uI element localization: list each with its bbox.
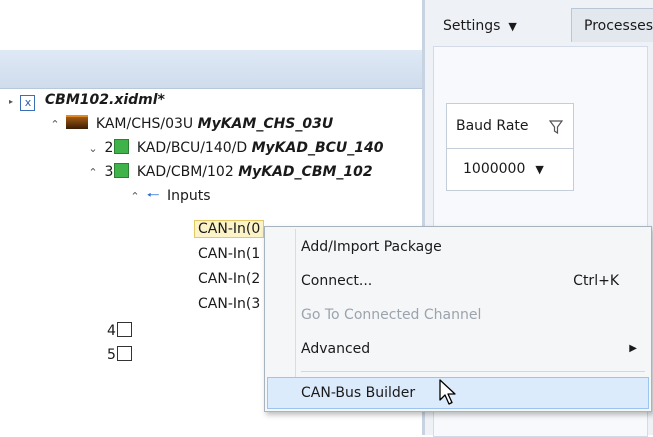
menu-item-label: Connect... bbox=[301, 273, 373, 289]
menu-item-go-to-connected-channel: Go To Connected Channel bbox=[301, 301, 645, 329]
xidml-file-icon: x bbox=[20, 95, 36, 111]
collapse-arrow-icon[interactable]: ⌃ bbox=[48, 114, 62, 136]
tab-settings[interactable]: Settings ▼ bbox=[430, 8, 562, 42]
channel-label: CAN-In(0 bbox=[194, 220, 265, 238]
expand-arrow-icon[interactable]: ▸ bbox=[6, 91, 16, 113]
menu-item-can-bus-builder[interactable]: CAN-Bus Builder bbox=[301, 379, 645, 407]
baud-rate-label: Baud Rate bbox=[456, 118, 529, 134]
menu-item-label: Go To Connected Channel bbox=[301, 307, 482, 323]
mouse-pointer-icon bbox=[439, 379, 456, 405]
menu-item-advanced[interactable]: Advanced ▶ bbox=[301, 335, 645, 363]
slot-number: 4 bbox=[107, 323, 116, 339]
empty-slot-icon bbox=[116, 346, 132, 361]
root-file-label: CBM102.xidml* bbox=[44, 92, 165, 108]
baud-rate-header[interactable]: Baud Rate bbox=[447, 104, 573, 149]
empty-slot-icon bbox=[116, 322, 132, 337]
collapse-arrow-icon[interactable]: ⌃ bbox=[86, 162, 100, 184]
channel-label: CAN-In(1 bbox=[198, 246, 261, 262]
channel-label: CAN-In(3 bbox=[198, 296, 261, 312]
input-arrow-icon: 🠐 bbox=[146, 186, 160, 204]
menu-item-label: Advanced bbox=[301, 341, 371, 357]
menu-item-connect[interactable]: Connect... Ctrl+K bbox=[301, 267, 645, 295]
inputs-label: Inputs bbox=[167, 188, 211, 204]
chassis-name: MyKAM_CHS_03U bbox=[197, 116, 334, 132]
expand-arrow-icon[interactable]: ⌄ bbox=[86, 138, 100, 160]
tab-settings-label: Settings bbox=[443, 18, 501, 34]
filter-icon[interactable] bbox=[549, 120, 563, 134]
tree-node-chassis[interactable]: ⌃ KAM/CHS/03U MyKAM_CHS_03U bbox=[48, 113, 333, 135]
module-name: MyKAD_BCU_140 bbox=[251, 140, 384, 156]
baud-rate-value: 1000000 bbox=[463, 161, 526, 177]
tree-node-slot-3[interactable]: ⌃ 3 KAD/CBM/102 MyKAD_CBM_102 bbox=[86, 161, 373, 183]
slot-number: 3 bbox=[104, 164, 114, 180]
tree-node-inputs[interactable]: ⌃ 🠐 Inputs bbox=[128, 184, 211, 208]
baud-rate-column: Baud Rate 1000000 ▼ bbox=[446, 103, 574, 191]
tree-node-root[interactable]: ▸ x CBM102.xidml* bbox=[6, 89, 165, 111]
dropdown-caret-icon: ▼ bbox=[535, 163, 544, 176]
submenu-arrow-icon: ▶ bbox=[629, 343, 637, 354]
menu-separator bbox=[301, 371, 645, 372]
module-name: MyKAD_CBM_102 bbox=[238, 164, 373, 180]
tree-node-channel[interactable]: CAN-In(2 bbox=[198, 268, 260, 290]
menu-item-label: CAN-Bus Builder bbox=[301, 385, 416, 401]
module-part-label: KAD/CBM/102 bbox=[136, 164, 234, 180]
tree-node-channel[interactable]: CAN-In(1 bbox=[198, 243, 260, 265]
dropdown-caret-icon: ▼ bbox=[508, 20, 517, 33]
menu-item-add-import-package[interactable]: Add/Import Package bbox=[301, 233, 645, 261]
tab-processes-label: Processes bbox=[584, 18, 653, 34]
channel-label: CAN-In(2 bbox=[198, 271, 261, 287]
baud-rate-select[interactable]: 1000000 ▼ bbox=[447, 149, 573, 189]
slot-number: 5 bbox=[107, 347, 116, 363]
slot-number: 2 bbox=[104, 140, 114, 156]
tree-node-slot-4[interactable]: 4 bbox=[107, 320, 135, 342]
tree-node-slot-2[interactable]: ⌄ 2 KAD/BCU/140/D MyKAD_BCU_140 bbox=[86, 137, 384, 159]
tree-header-bar bbox=[0, 50, 422, 89]
module-green-icon bbox=[114, 163, 130, 178]
menu-item-shortcut: Ctrl+K bbox=[573, 273, 619, 289]
tab-processes[interactable]: Processes bbox=[571, 8, 653, 42]
module-green-icon bbox=[114, 139, 130, 154]
tree-node-channel[interactable]: CAN-In(3 bbox=[198, 293, 260, 315]
tree-node-slot-5[interactable]: 5 bbox=[107, 344, 135, 366]
tree-node-channel[interactable]: CAN-In(0 bbox=[194, 218, 265, 240]
chassis-part-label: KAM/CHS/03U bbox=[95, 116, 194, 132]
collapse-arrow-icon[interactable]: ⌃ bbox=[128, 186, 142, 208]
module-part-label: KAD/BCU/140/D bbox=[136, 140, 248, 156]
menu-item-label: Add/Import Package bbox=[301, 239, 442, 255]
chassis-icon bbox=[66, 115, 89, 129]
